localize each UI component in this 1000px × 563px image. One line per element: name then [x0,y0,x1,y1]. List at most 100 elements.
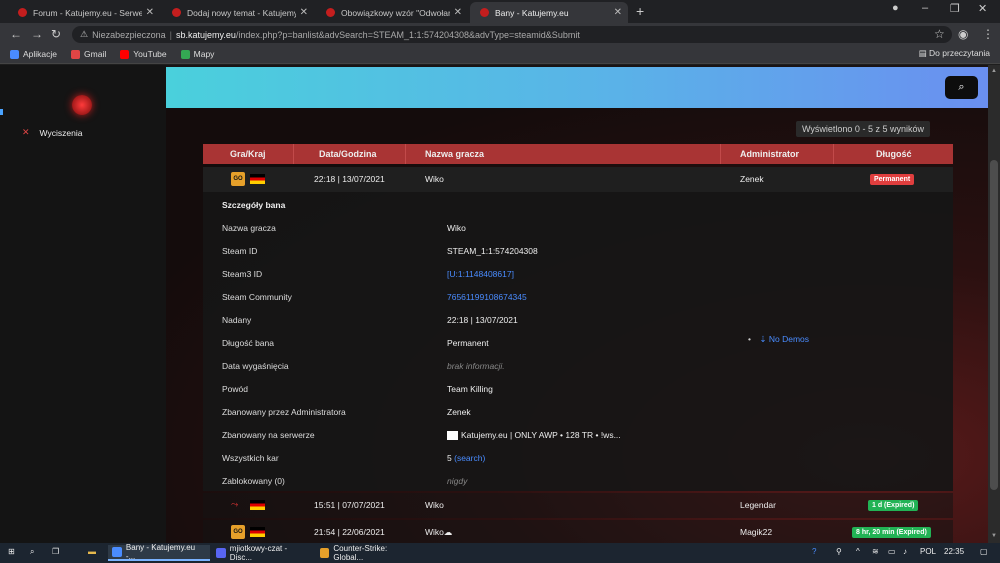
close-icon[interactable]: ✕ [146,7,154,18]
sidebar-item-wyciszenia[interactable]: ✕ Wyciszenia [22,127,82,138]
bookmark-youtube[interactable]: YouTube [120,49,167,59]
reload-icon[interactable]: ↻ [51,27,61,41]
language-indicator[interactable]: POL [920,547,936,556]
browser-tab[interactable]: Dodaj nowy temat - Katujemy.eu ✕ [162,2,314,23]
table-row[interactable]: GO 21:54 | 22/06/2021 Wiko☁ Magik22 8 hr… [203,520,953,543]
search-button[interactable]: ⌕ [945,76,978,99]
taskbar-item-chrome[interactable]: Bany - Katujemy.eu -... [108,543,210,561]
close-icon[interactable]: ✕ [454,7,462,18]
gmail-icon [71,49,81,59]
mic-muted-icon: ✕ [22,127,30,137]
column-header[interactable]: Nazwa gracza [425,149,484,159]
bookmark-label: Mapy [193,49,215,59]
site-logo-icon[interactable] [72,95,92,115]
detail-label: Wszystkich kar [222,453,279,463]
browser-tab[interactable]: Obowiązkowy wzór "Odwołanie ✕ [316,2,468,23]
search-link[interactable]: (search) [454,453,485,463]
column-header[interactable]: Data/Godzina [319,149,377,159]
detail-label: Nazwa gracza [222,223,276,233]
table-row[interactable]: GO 22:18 | 13/07/2021 Wiko Zenek Permane… [203,167,953,192]
scroll-up-icon[interactable]: ▲ [991,68,997,74]
search-icon: ⌕ [958,81,965,93]
clock[interactable]: 22:35 [944,547,964,556]
column-header[interactable]: Gra/Kraj [230,149,266,159]
player-name: Wiko [425,500,444,510]
steam-community-link[interactable]: 76561199108674345 [447,292,527,302]
tab-title: Bany - Katujemy.eu [495,7,569,18]
detail-value: Permanent [447,338,489,348]
close-icon[interactable]: ✕ [300,7,308,18]
scrollbar-thumb[interactable] [990,160,998,490]
windows-taskbar: ⊞ ⌕ ❐ ▬ Bany - Katujemy.eu -... mjiotkow… [0,543,1000,563]
detail-value: Zenek [447,407,471,417]
detail-value: Wiko [447,223,466,233]
url-host: sb.katujemy.eu [175,29,236,40]
bookmark-apps[interactable]: Aplikacje [10,49,57,59]
csgo-game-icon: GO [231,525,245,539]
back-icon[interactable]: ← [10,27,22,41]
browser-toolbar: ← → ↻ ⚠ Niezabezpieczona | sb.katujemy.e… [0,23,1000,45]
wifi-icon[interactable]: ≋ [872,547,879,556]
page-scrollbar[interactable]: ▲ ▼ [988,65,1000,543]
divider [405,144,406,164]
bookmark-label: Aplikacje [23,49,58,59]
demos-link[interactable]: No Demos [769,334,809,344]
windows-start-icon[interactable]: ⊞ [8,547,15,556]
sidebar-item-label: Wyciszenia [39,127,83,138]
bullet-icon: • [748,334,751,344]
taskbar-item-discord[interactable]: mjiotkowy-czat - Disc... [212,544,314,562]
steam3-id-link[interactable]: [U:1:1148408617] [447,269,514,279]
minimize-button[interactable]: – [922,2,928,14]
close-icon[interactable]: ✕ [614,7,622,18]
chevron-up-icon[interactable]: ^ [856,547,860,556]
taskbar-item-csgo[interactable]: Counter-Strike: Global... [316,544,418,562]
demos-item[interactable]: • ⇣ No Demos [748,334,809,345]
site-favicon-icon [480,8,489,17]
column-header[interactable]: Administrator [740,149,799,159]
taskbar-label: mjiotkowy-czat - Disc... [229,544,288,562]
forward-icon[interactable]: → [31,27,43,41]
search-icon[interactable]: ⌕ [30,547,34,557]
people-icon[interactable]: ⚲ [836,547,842,556]
battery-icon[interactable]: ▭ [888,547,896,556]
detail-value: Team Killing [447,384,493,394]
admin-name: Zenek [740,174,764,184]
table-row[interactable]: ⤳ 15:51 | 07/07/2021 Wiko Legendar 1 d (… [203,493,953,518]
maximize-button[interactable]: ❐ [950,2,960,15]
profile-dot-icon[interactable]: ● [892,2,899,14]
close-window-button[interactable]: ✕ [978,2,987,15]
help-icon[interactable]: ? [812,547,816,556]
germany-flag-icon [250,174,265,184]
browser-tab[interactable]: Forum - Katujemy.eu - Serwery C ✕ [8,2,160,23]
site-favicon-icon [326,8,335,17]
reading-list-label: Do przeczytania [929,48,990,58]
volume-icon[interactable]: ♪ [903,547,907,556]
bookmark-maps[interactable]: Mapy [180,49,215,59]
browser-tab-active[interactable]: Bany - Katujemy.eu ✕ [470,2,628,23]
reading-list-button[interactable]: ▤ Do przeczytania [919,48,990,59]
detail-label: Zablokowany (0) [222,476,285,486]
sidebar-indicator [0,109,3,115]
avatar[interactable]: ◉ [958,27,968,41]
bookmark-gmail[interactable]: Gmail [71,49,106,59]
column-header[interactable]: Długość [876,149,912,159]
header-bar: ⌕ [166,67,988,108]
new-tab-button[interactable]: + [636,3,644,19]
server-value: Katujemy.eu | ONLY AWP • 128 TR • !ws... [447,430,621,441]
table-header: Gra/Kraj Data/Godzina Nazwa gracza Admin… [203,144,953,164]
detail-label: Data wygaśnięcia [222,361,289,371]
task-view-icon[interactable]: ❐ [52,547,59,556]
scroll-down-icon[interactable]: ▼ [991,533,997,539]
tab-title: Dodaj nowy temat - Katujemy.eu [187,7,296,18]
detail-value: brak informacji. [447,361,505,371]
star-icon[interactable]: ☆ [934,27,945,41]
divider: | [169,29,172,40]
notifications-icon[interactable]: ▢ [980,547,988,556]
address-bar[interactable]: ⚠ Niezabezpieczona | sb.katujemy.eu /ind… [72,26,952,43]
url-path: /index.php?p=banlist&advSearch=STEAM_1:1… [235,29,580,40]
file-explorer-icon[interactable]: ▬ [88,547,96,556]
detail-label: Zbanowany przez Administratora [222,407,346,417]
player-name: Wiko [425,174,444,184]
menu-icon[interactable]: ⋮ [982,27,994,41]
server-name: Katujemy.eu | ONLY AWP • 128 TR • !ws... [461,430,621,440]
